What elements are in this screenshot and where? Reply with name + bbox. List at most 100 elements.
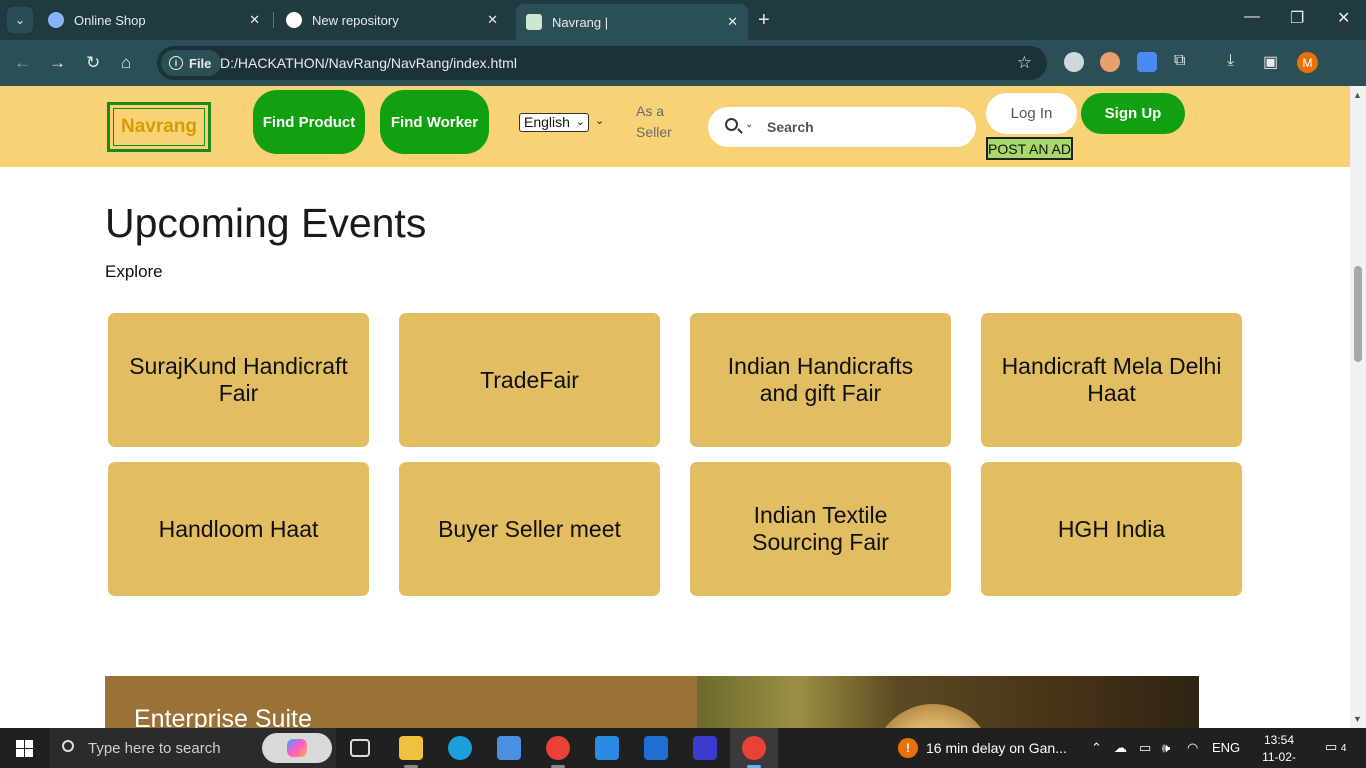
search-bar[interactable]: ⌄ Search: [708, 107, 976, 147]
close-icon[interactable]: ✕: [249, 12, 260, 28]
warning-car-icon: !: [898, 738, 918, 758]
side-panel-icon[interactable]: ▣: [1263, 52, 1278, 72]
post-ad-button[interactable]: POST AN AD: [986, 137, 1073, 160]
chrome-icon[interactable]: [546, 736, 570, 760]
chevron-down-icon[interactable]: ⌄: [745, 119, 753, 130]
language-select[interactable]: English ⌄: [519, 113, 589, 132]
traffic-widget[interactable]: ! 16 min delay on Gan...: [898, 738, 1067, 758]
webex-icon[interactable]: [693, 736, 717, 760]
restore-button[interactable]: ❐: [1290, 8, 1304, 28]
find-worker-button[interactable]: Find Worker: [380, 90, 489, 154]
page-scrollbar[interactable]: ▲ ▼: [1350, 86, 1366, 728]
url-text[interactable]: D:/HACKATHON/NavRang/NavRang/index.html: [220, 55, 517, 71]
event-card[interactable]: HGH India: [981, 462, 1242, 596]
extension-avatar-icon[interactable]: [1100, 52, 1120, 72]
volume-icon[interactable]: 🕪: [1162, 740, 1170, 756]
event-card[interactable]: TradeFair: [399, 313, 660, 447]
edge-icon[interactable]: [448, 736, 472, 760]
traffic-text: 16 min delay on Gan...: [926, 740, 1067, 756]
tab-new-repository[interactable]: New repository ✕: [276, 4, 508, 36]
task-view-icon[interactable]: [350, 739, 370, 757]
download-icon[interactable]: ⤓: [1227, 52, 1234, 70]
close-icon[interactable]: ✕: [727, 14, 738, 30]
new-tab-button[interactable]: +: [758, 8, 770, 32]
section-subtitle: Explore: [105, 262, 163, 281]
site-info-chip[interactable]: i File: [161, 50, 222, 76]
banner-title: Enterprise Suite: [134, 705, 312, 728]
site-logo[interactable]: Navrang: [107, 102, 211, 152]
tab-online-shop[interactable]: Online Shop ✕: [38, 4, 270, 36]
search-icon: [62, 740, 74, 752]
taskbar-search-input[interactable]: Type here to search: [88, 740, 221, 757]
banner-image: [697, 676, 1199, 728]
home-button[interactable]: ⌂: [121, 53, 131, 73]
find-product-button[interactable]: Find Product: [253, 90, 365, 154]
copilot-icon: [287, 739, 307, 757]
chat-bubble-icon: ▭: [1325, 739, 1338, 754]
copilot-button[interactable]: [262, 733, 332, 763]
window-close-button[interactable]: ✕: [1337, 8, 1350, 28]
back-button[interactable]: ←: [14, 53, 31, 73]
windows-start-icon[interactable]: [16, 740, 33, 757]
translate-extension-icon[interactable]: [1137, 52, 1157, 72]
clock-time: 13:54: [1263, 733, 1295, 747]
search-input[interactable]: Search: [767, 119, 814, 135]
event-card[interactable]: Handicraft Mela Delhi Haat: [981, 313, 1242, 447]
chevron-up-icon[interactable]: ⌃: [1091, 740, 1102, 756]
active-chrome-button[interactable]: [730, 728, 778, 768]
signup-button[interactable]: Sign Up: [1081, 93, 1185, 134]
login-button[interactable]: Log In: [986, 93, 1077, 134]
mail-icon[interactable]: [497, 736, 521, 760]
address-bar[interactable]: i File D:/HACKATHON/NavRang/NavRang/inde…: [157, 46, 1047, 80]
banner-text-panel: Enterprise Suite: [105, 676, 697, 728]
event-card[interactable]: Indian Handicrafts and gift Fair: [690, 313, 951, 447]
tab-title: Online Shop: [74, 12, 146, 28]
reload-button[interactable]: ↻: [86, 53, 100, 73]
vscode-icon[interactable]: [595, 736, 619, 760]
language-value: English: [524, 114, 570, 130]
search-icon: [725, 118, 738, 131]
event-card[interactable]: Indian Textile Sourcing Fair: [690, 462, 951, 596]
event-card[interactable]: Buyer Seller meet: [399, 462, 660, 596]
battery-icon[interactable]: ▭: [1139, 740, 1151, 756]
tab-navrang[interactable]: Navrang | ✕: [516, 4, 748, 40]
enterprise-banner: Enterprise Suite: [105, 676, 1199, 728]
as-a-seller-link[interactable]: As a Seller: [636, 101, 686, 143]
input-language[interactable]: ENG: [1212, 740, 1240, 755]
tab-divider: [273, 12, 274, 28]
site-header: Navrang Find Product Find Worker English…: [0, 86, 1350, 167]
flower-image: [873, 704, 993, 728]
close-icon[interactable]: ✕: [487, 12, 498, 28]
globe-icon: [48, 12, 64, 28]
chrome-profile-icon: [742, 736, 766, 760]
profile-avatar[interactable]: M: [1297, 52, 1318, 73]
scrollbar-thumb[interactable]: [1354, 266, 1362, 362]
section-title: Upcoming Events: [105, 200, 427, 246]
extensions-puzzle-icon[interactable]: ⧉: [1174, 52, 1185, 70]
event-card[interactable]: Handloom Haat: [108, 462, 369, 596]
notification-center-button[interactable]: ▭ 4: [1325, 739, 1346, 755]
lightbulb-extension-icon[interactable]: [1064, 52, 1084, 72]
notification-count: 4: [1340, 743, 1347, 754]
clock[interactable]: 13:54 11-02-2024: [1249, 732, 1309, 768]
clock-date: 11-02-2024: [1262, 750, 1296, 768]
windows-taskbar: Type here to search ! 16 min delay on Ga…: [0, 728, 1366, 768]
github-icon: [286, 12, 302, 28]
scroll-up-arrow-icon[interactable]: ▲: [1353, 90, 1362, 100]
event-card[interactable]: SurajKund Handicraft Fair: [108, 313, 369, 447]
tab-search-button[interactable]: ⌄: [7, 7, 33, 33]
minimize-button[interactable]: —: [1244, 8, 1260, 26]
page-favicon-icon: [526, 14, 542, 30]
app-icon[interactable]: [644, 736, 668, 760]
info-icon: i: [169, 56, 183, 70]
logo-text: Navrang: [120, 116, 198, 137]
bookmark-star-icon[interactable]: ☆: [1017, 53, 1032, 73]
onedrive-icon[interactable]: ☁: [1114, 740, 1127, 756]
scroll-down-arrow-icon[interactable]: ▼: [1353, 714, 1362, 724]
file-explorer-icon[interactable]: [399, 736, 423, 760]
tab-title: Navrang |: [552, 14, 609, 30]
chevron-down-icon: ⌄: [575, 116, 585, 128]
wifi-icon[interactable]: ◠: [1187, 740, 1198, 756]
chevron-down-icon[interactable]: ⌄: [595, 114, 604, 127]
forward-button[interactable]: →: [49, 53, 66, 73]
